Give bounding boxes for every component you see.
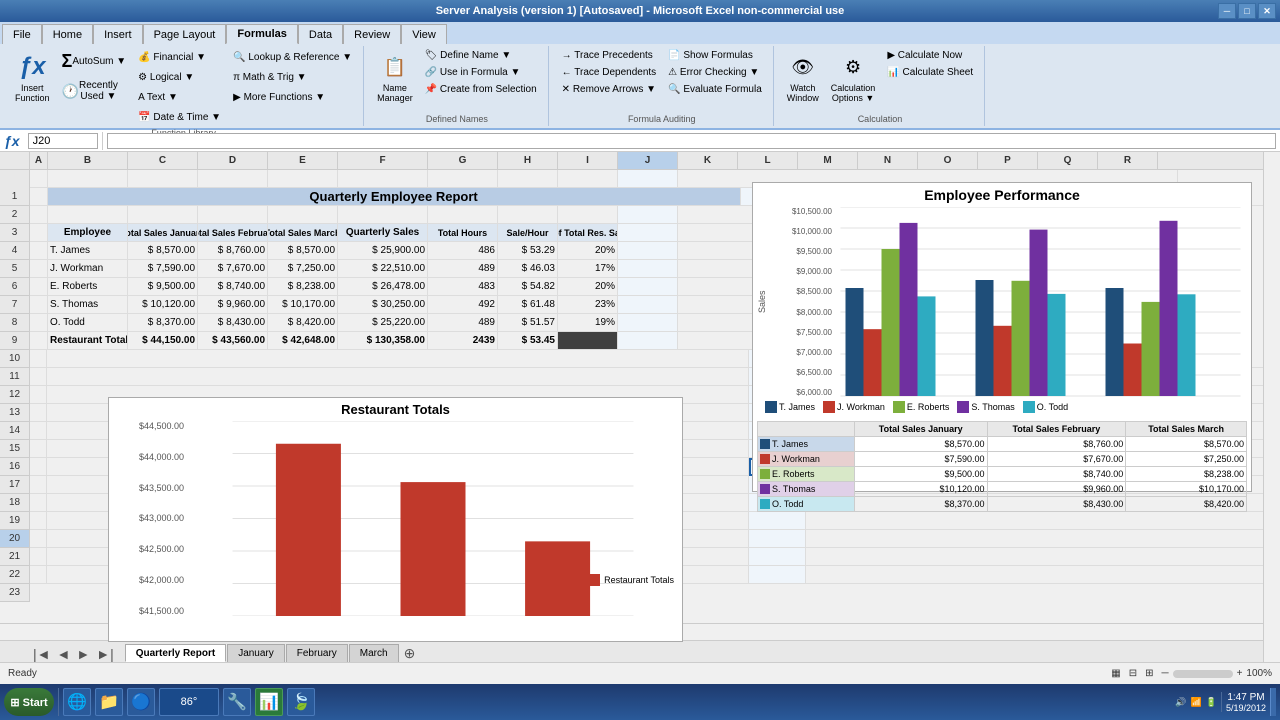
watch-window-button[interactable]: 👁 WatchWindow [782,48,824,106]
ribbon-tab-bar: File Home Insert Page Layout Formulas Da… [0,22,1280,44]
tab-view[interactable]: View [401,24,447,44]
tab-data[interactable]: Data [298,24,343,44]
maximize-button[interactable]: □ [1238,3,1256,19]
sheet-tab-january[interactable]: January [227,644,285,662]
text-button[interactable]: A Text ▼ [133,88,226,106]
row-numbers: 1 2 3 4 5 6 7 8 9 10 11 12 13 14 15 16 1… [0,170,30,662]
trace-precedents-button[interactable]: → Trace Precedents [557,48,662,63]
recently-used-button[interactable]: 🕐 RecentlyUsed ▼ [57,77,132,105]
performance-chart-svg: Total Sales January Total Sales February… [834,207,1247,397]
zoom-level: 100% [1246,668,1272,679]
evaluate-formula-button[interactable]: 🔍 Evaluate Formula [663,82,767,97]
function-icon: ƒx [16,51,48,83]
more-functions-button[interactable]: ▶ More Functions ▼ [228,88,357,106]
name-manager-button[interactable]: 📋 NameManager [372,48,418,106]
close-button[interactable]: ✕ [1258,3,1276,19]
page-break-view-button[interactable]: ⊞ [1145,668,1153,679]
lookup-ref-button[interactable]: 🔍 Lookup & Reference ▼ [228,48,357,66]
window-title: Server Analysis (version 1) [Autosaved] … [436,5,845,17]
taskbar-app-unknown[interactable]: 🔧 [223,688,251,716]
date-time-button[interactable]: 📅 Date & Time ▼ [133,108,226,126]
ribbon-content: ƒx InsertFunction Σ AutoSum ▼ 🕐 Recently… [0,44,1280,130]
zoom-slider[interactable] [1173,670,1233,678]
minimize-button[interactable]: ─ [1218,3,1236,19]
tab-page-layout[interactable]: Page Layout [143,24,227,44]
remove-arrows-button[interactable]: ✕ Remove Arrows ▼ [557,82,662,97]
taskbar-app-weather[interactable]: 86° [159,688,219,716]
taskbar-app-ie[interactable]: 🌐 [63,688,91,716]
tab-review[interactable]: Review [343,24,401,44]
calc-options-icon: ⚙ [837,51,869,83]
status-text: Ready [8,668,37,679]
chart-title: Restaurant Totals [113,402,678,417]
financial-button[interactable]: 💰 Financial ▼ [133,48,226,66]
performance-data-table: Total Sales January Total Sales February… [757,421,1247,512]
formula-auditing-group: → Trace Precedents ← Trace Dependents ✕ … [551,46,774,126]
taskbar-app-excel[interactable]: 📊 [255,688,283,716]
calculate-sheet-button[interactable]: 📊 Calculate Sheet [882,65,978,80]
tab-formulas[interactable]: Formulas [226,24,298,44]
clock[interactable]: 1:47 PM 5/19/2012 [1226,692,1266,713]
error-checking-button[interactable]: ⚠ Error Checking ▼ [663,65,767,80]
sheet-tab-quarterly-report[interactable]: Quarterly Report [125,644,226,662]
performance-chart-title: Employee Performance [757,187,1247,203]
formula-input[interactable] [107,133,1276,149]
tab-file[interactable]: File [2,24,42,44]
report-title: Quarterly Employee Report [48,188,741,206]
define-name-button[interactable]: 🏷 Define Name ▼ [420,48,542,63]
employee-performance-chart[interactable]: Employee Performance Sales $10,500.00 $1… [752,182,1252,492]
taskbar-app-logo[interactable]: 🍃 [287,688,315,716]
calculation-options-button[interactable]: ⚙ CalculationOptions ▼ [826,48,881,106]
function-library-group: ƒx InsertFunction Σ AutoSum ▼ 🕐 Recently… [4,46,364,126]
taskbar: ⊞ Start 🌐 📁 🔵 86° 🔧 📊 🍃 🔊 📶 🔋 1:47 PM 5/… [0,684,1280,720]
trace-dependents-button[interactable]: ← Trace Dependents [557,65,662,80]
start-button[interactable]: ⊞ Start [4,688,54,716]
name-manager-icon: 📋 [379,51,411,83]
sheet-nav-prev[interactable]: ◄ [54,646,74,662]
sheet-tab-march[interactable]: March [349,644,399,662]
name-box[interactable]: J20 [28,133,98,149]
defined-names-group: 📋 NameManager 🏷 Define Name ▼ 🔗 Use in F… [366,46,548,126]
formula-bar: ƒx J20 [0,130,1280,152]
logical-button[interactable]: ⚙ Logical ▼ [133,68,226,86]
sheet-nav-last[interactable]: ►| [93,646,117,662]
status-bar: Ready ▦ ⊟ ⊞ ─ + 100% [0,662,1280,684]
tab-home[interactable]: Home [42,24,93,44]
title-bar: Server Analysis (version 1) [Autosaved] … [0,0,1280,22]
use-in-formula-button[interactable]: 🔗 Use in Formula ▼ [420,65,542,80]
tab-insert[interactable]: Insert [93,24,143,44]
vertical-scrollbar[interactable] [1263,152,1280,662]
sheet-tab-bar: |◄ ◄ ► ►| Quarterly Report January Febru… [0,640,1280,662]
column-headers: A B C D E F G H I J K L M N O P Q R [0,152,1280,170]
show-desktop-button[interactable] [1270,688,1276,716]
taskbar-divider [58,688,59,716]
show-formulas-button[interactable]: 📄 Show Formulas [663,48,767,63]
restaurant-chart[interactable]: Restaurant Totals $44,500.00 $44,000.00 … [108,397,683,642]
sheet-nav-next[interactable]: ► [73,646,93,662]
sheet-nav-first[interactable]: |◄ [30,646,54,662]
insert-sheet-button[interactable]: ⊕ [404,645,416,662]
page-layout-view-button[interactable]: ⊟ [1129,668,1137,679]
calculate-now-button[interactable]: ▶ Calculate Now [882,48,978,63]
math-trig-button[interactable]: π Math & Trig ▼ [228,68,357,86]
calculation-group: 👁 WatchWindow ⚙ CalculationOptions ▼ ▶ C… [776,46,985,126]
taskbar-app-explorer[interactable]: 📁 [95,688,123,716]
status-right: ▦ ⊟ ⊞ ─ + 100% [1111,668,1272,679]
insert-function-button[interactable]: ƒx InsertFunction [10,48,55,106]
create-from-selection-button[interactable]: 📌 Create from Selection [420,82,542,97]
restaurant-chart-svg: Total Sales January Total Sales February… [188,421,678,616]
system-tray: 🔊 📶 🔋 1:47 PM 5/19/2012 [1175,688,1276,716]
normal-view-button[interactable]: ▦ [1111,668,1120,679]
autosum-button[interactable]: Σ AutoSum ▼ [57,48,132,75]
taskbar-app-chrome[interactable]: 🔵 [127,688,155,716]
sheet-tab-february[interactable]: February [286,644,348,662]
watch-icon: 👁 [787,51,819,83]
